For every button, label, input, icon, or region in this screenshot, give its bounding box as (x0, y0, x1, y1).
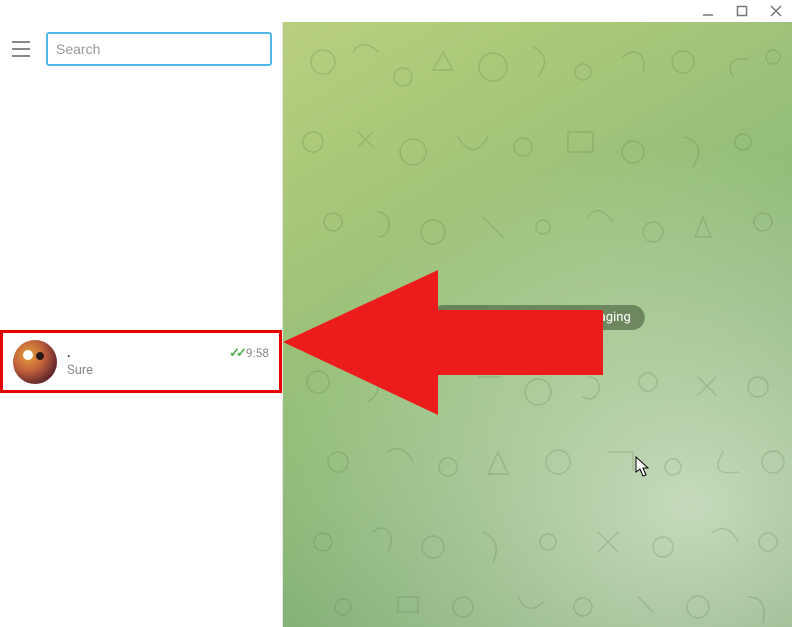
sidebar-header (0, 22, 282, 76)
avatar (13, 340, 57, 384)
chat-item[interactable]: . ✓✓ 9:58 Sure (0, 330, 282, 393)
menu-button[interactable] (10, 37, 34, 61)
chat-name: . (67, 346, 71, 361)
maximize-button[interactable] (734, 3, 750, 19)
minimize-icon (702, 5, 714, 17)
app-window: . ✓✓ 9:58 Sure (0, 0, 792, 627)
sidebar: . ✓✓ 9:58 Sure (0, 22, 283, 627)
search-input[interactable] (56, 41, 262, 57)
chat-meta: . ✓✓ 9:58 Sure (67, 346, 269, 378)
window-titlebar (0, 0, 792, 22)
empty-state-message: Select a chat to start messaging (430, 305, 644, 330)
maximize-icon (736, 5, 748, 17)
chat-panel: Select a chat to start messaging (283, 22, 792, 627)
chat-list: . ✓✓ 9:58 Sure (0, 76, 282, 627)
content-area: . ✓✓ 9:58 Sure (0, 22, 792, 627)
hamburger-icon (12, 41, 30, 43)
search-box[interactable] (46, 32, 272, 66)
close-button[interactable] (768, 3, 784, 19)
chat-preview: Sure (67, 363, 269, 378)
minimize-button[interactable] (700, 3, 716, 19)
close-icon (770, 5, 782, 17)
read-checks-icon: ✓✓ (229, 346, 243, 361)
chat-time: 9:58 (246, 346, 269, 360)
